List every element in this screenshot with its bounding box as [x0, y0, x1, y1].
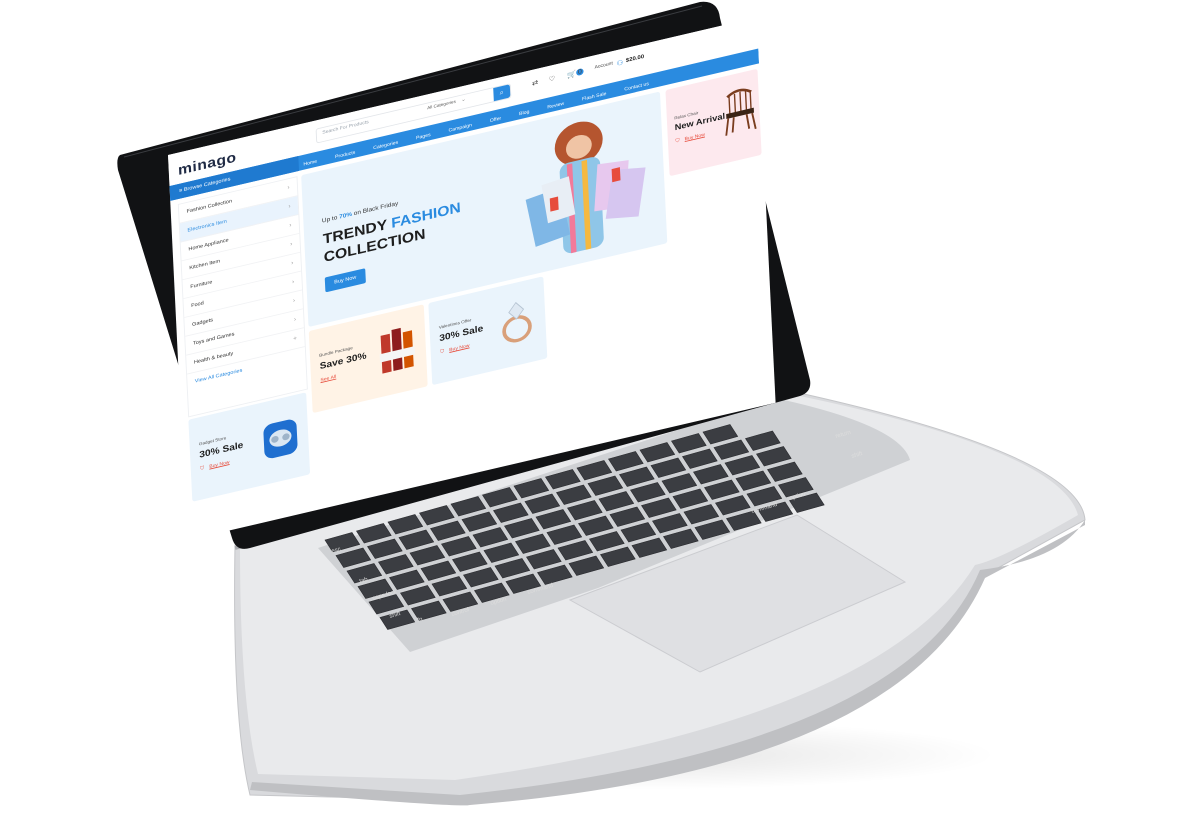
search-button[interactable]: ⌕ [493, 84, 511, 102]
laptop-scene: esc tab caps lock shift fn control optio… [0, 0, 1200, 813]
hero-buy-now-button[interactable]: Buy Now [324, 268, 366, 293]
chevron-right-icon: › [291, 278, 295, 286]
sidebar-item-label: Kitchen Item [189, 258, 221, 272]
nav-blog[interactable]: Blog [519, 105, 530, 122]
search-input[interactable]: Search For Products [322, 120, 369, 136]
chevron-right-icon: › [287, 184, 290, 191]
nav-offer[interactable]: Offer [490, 111, 502, 128]
user-icon[interactable]: ⚇ [617, 59, 624, 68]
hero-model-image [525, 121, 646, 254]
nav-review[interactable]: Review [547, 96, 565, 115]
hero-title-fashion: FASHION [390, 199, 462, 232]
chevron-right-icon: › [290, 241, 293, 248]
promo-buy-now-link[interactable]: Buy Now [209, 460, 229, 470]
sidebar-item-label: Home Appliance [188, 237, 229, 253]
cart-total: $20.00 [625, 53, 645, 64]
bag-icon: ⛉ [675, 138, 680, 145]
category-select[interactable]: All Categories [427, 99, 456, 111]
chevron-right-icon: › [293, 316, 297, 323]
chevron-right-icon: › [288, 203, 291, 210]
hero-kicker-pre: Up to [321, 214, 340, 225]
earbuds-image [263, 419, 298, 459]
sidebar-item-label: Health & beauty [193, 351, 234, 366]
category-sidebar: Fashion Collection › Electronics Item › Ho… [177, 176, 308, 418]
promo-new-arrival[interactable]: Relax Chair New Arrival ⛉ Buy Now [665, 68, 762, 177]
chair-image [725, 88, 757, 136]
promo-see-all-link[interactable]: See All [320, 374, 336, 383]
nav-products[interactable]: Products [335, 145, 356, 165]
bag-icon: ⛉ [439, 349, 445, 356]
compare-icon[interactable]: ⇄ [532, 78, 539, 87]
sidebar-item-label: Toys and Games [192, 331, 235, 347]
sidebar-item-label: Furniture [190, 279, 213, 290]
cart-count-badge: 0 [576, 67, 584, 77]
ring-image [502, 301, 532, 343]
nav-home[interactable]: Home [303, 154, 317, 172]
nav-pages[interactable]: Pages [416, 128, 431, 146]
hero-kicker-percent: 70% [339, 211, 353, 221]
chevron-right-icon: › [291, 260, 294, 267]
heart-icon[interactable]: ♡ [548, 75, 555, 84]
chevron-right-icon: › [292, 297, 296, 305]
cart-icon[interactable]: 🛒 [567, 70, 577, 80]
sidebar-item-label: Food [191, 300, 204, 309]
plus-icon: + [293, 335, 298, 343]
chevron-down-icon: ⌄ [461, 97, 466, 104]
promo-buy-now-link[interactable]: Buy Now [684, 132, 704, 142]
sidebar-item-label: Electronics Item [187, 219, 227, 234]
bag-icon: ⛉ [199, 465, 205, 472]
sidebar-item-label: Gadgets [192, 317, 214, 328]
chocolate-bundle-image [379, 327, 415, 374]
search-icon: ⌕ [499, 88, 505, 97]
chevron-right-icon: › [289, 222, 292, 229]
promo-buy-now-link[interactable]: Buy Now [449, 343, 469, 353]
account-link[interactable]: Account [594, 61, 613, 70]
